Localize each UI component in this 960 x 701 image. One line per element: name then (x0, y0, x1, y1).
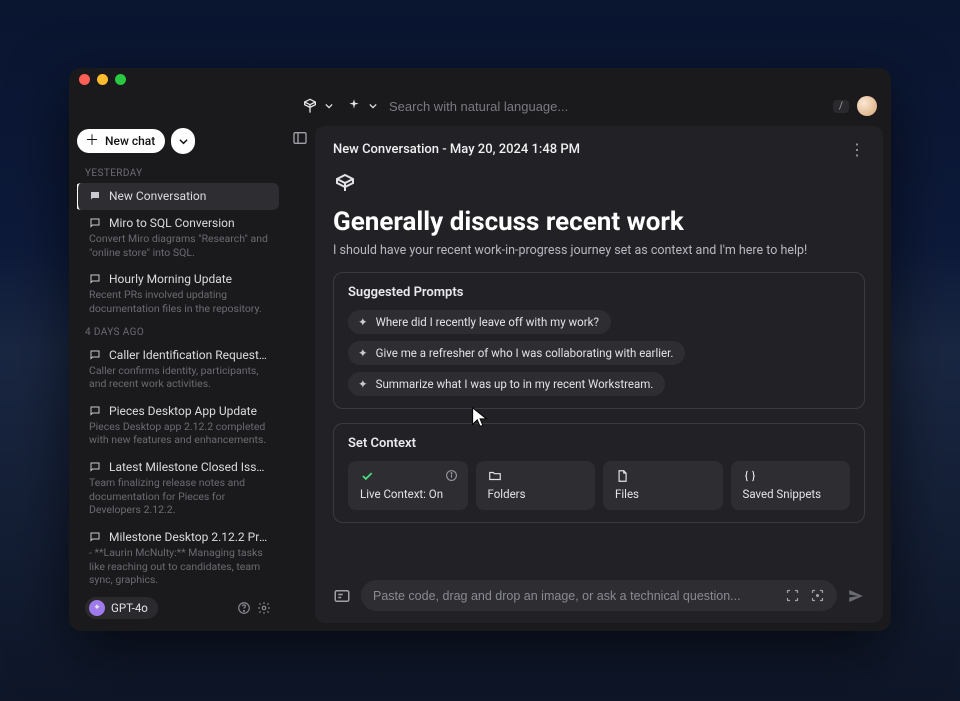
folder-icon (488, 469, 586, 483)
suggested-prompts-title: Suggested Prompts (348, 285, 850, 300)
section-yesterday: YESTERDAY (77, 164, 279, 183)
workspace-menu[interactable] (297, 93, 333, 119)
chat-item-new-conversation[interactable]: New Conversation (77, 183, 279, 210)
sidebar-footer: ✦ GPT-4o (77, 591, 279, 625)
expand-icon[interactable] (810, 588, 825, 603)
chat-outline-icon (89, 349, 101, 361)
model-icon: ✦ (89, 600, 105, 616)
headline: Generally discuss recent work (333, 207, 865, 237)
sparkle-icon: ✦ (358, 315, 368, 329)
sidebar-collapse-icon (292, 130, 308, 146)
prompt-template-icon[interactable] (333, 587, 351, 605)
suggested-prompts-card: Suggested Prompts ✦ Where did I recently… (333, 272, 865, 409)
cube-icon (333, 173, 357, 197)
chat-outline-icon (89, 217, 101, 229)
sparkle-icon (341, 93, 367, 119)
code-braces-icon (743, 469, 841, 483)
window-close[interactable] (79, 74, 90, 85)
main: New Conversation - May 20, 2024 1:48 PM … (285, 122, 891, 631)
chat-input-container[interactable] (361, 580, 837, 611)
chat-outline-icon (89, 405, 101, 417)
chat-outline-icon (89, 531, 101, 543)
chevron-down-icon (179, 137, 188, 146)
chat-input[interactable] (373, 589, 785, 603)
section-4days: 4 DAYS AGO (77, 323, 279, 342)
new-chat-label: New chat (105, 134, 155, 148)
topbar: / (69, 90, 891, 122)
sparkle-icon: ✦ (358, 346, 368, 360)
chevron-down-icon (369, 102, 377, 110)
chat-list: YESTERDAY New Conversation Miro to SQL C… (77, 164, 279, 591)
check-icon (360, 469, 458, 483)
input-row (333, 568, 865, 611)
chat-item-pieces-update[interactable]: Pieces Desktop App Update Pieces Desktop… (77, 398, 279, 454)
titlebar (69, 68, 891, 90)
sparkle-icon: ✦ (358, 377, 368, 391)
search-input[interactable] (385, 95, 825, 118)
plus-icon: ＋ (85, 134, 99, 148)
user-avatar[interactable] (857, 96, 877, 116)
chat-item-milestone-issues[interactable]: Latest Milestone Closed Issues Team fina… (77, 454, 279, 524)
prompt-chip-2[interactable]: ✦ Give me a refresher of who I was colla… (348, 341, 685, 365)
chat-item-milestone-problems[interactable]: Milestone Desktop 2.12.2 Problems - **La… (77, 524, 279, 591)
chat-item-miro-sql[interactable]: Miro to SQL Conversion Convert Miro diag… (77, 210, 279, 266)
send-button[interactable] (847, 587, 865, 605)
subheadline: I should have your recent work-in-progre… (333, 243, 865, 258)
app-window: / ＋ New chat YESTERDAY New Conversation (69, 68, 891, 631)
window-maximize[interactable] (115, 74, 126, 85)
app-logo (333, 173, 865, 197)
prompt-chip-3[interactable]: ✦ Summarize what I was up to in my recen… (348, 372, 665, 396)
chevron-down-icon (325, 102, 333, 110)
file-icon (615, 469, 713, 483)
chat-item-hourly-update[interactable]: Hourly Morning Update Recent PRs involve… (77, 266, 279, 322)
new-chat-button[interactable]: ＋ New chat (77, 129, 165, 153)
context-tile-folders[interactable]: Folders (476, 461, 596, 510)
info-icon[interactable] (445, 469, 458, 482)
model-name: GPT-4o (111, 601, 148, 615)
conversation-panel: New Conversation - May 20, 2024 1:48 PM … (315, 126, 883, 623)
panel-toggle[interactable] (285, 122, 315, 631)
window-minimize[interactable] (97, 74, 108, 85)
chat-filled-icon (89, 190, 101, 202)
set-context-card: Set Context Live Context: On Folders (333, 423, 865, 523)
context-tile-snippets[interactable]: Saved Snippets (731, 461, 851, 510)
help-icon[interactable] (237, 601, 251, 615)
search-shortcut: / (833, 100, 849, 113)
context-tile-live[interactable]: Live Context: On (348, 461, 468, 510)
cube-icon (297, 93, 323, 119)
set-context-title: Set Context (348, 436, 850, 451)
settings-icon[interactable] (257, 601, 271, 615)
context-tile-files[interactable]: Files (603, 461, 723, 510)
scan-icon[interactable] (785, 588, 800, 603)
ai-model-menu[interactable] (341, 93, 377, 119)
new-chat-dropdown[interactable] (171, 128, 195, 154)
conversation-more-menu[interactable]: ⋮ (849, 140, 865, 159)
chat-outline-icon (89, 273, 101, 285)
model-selector[interactable]: ✦ GPT-4o (85, 597, 158, 619)
chat-item-caller-id[interactable]: Caller Identification Requested Caller c… (77, 342, 279, 398)
chat-outline-icon (89, 461, 101, 473)
sidebar: ＋ New chat YESTERDAY New Conversation (69, 122, 285, 631)
conversation-title: New Conversation - May 20, 2024 1:48 PM (333, 142, 580, 157)
prompt-chip-1[interactable]: ✦ Where did I recently leave off with my… (348, 310, 611, 334)
